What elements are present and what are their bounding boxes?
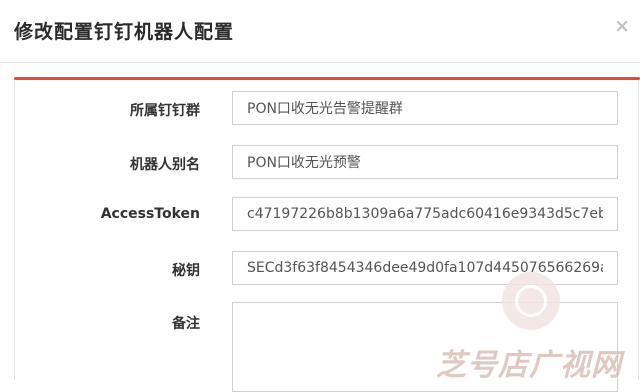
- access-token-label: AccessToken: [100, 206, 200, 222]
- secret-label: 秘钥: [172, 263, 200, 279]
- close-icon[interactable]: ×: [614, 16, 630, 36]
- watermark-logo-ring: [515, 285, 547, 317]
- alias-label: 机器人别名: [130, 157, 200, 173]
- dialog-title: 修改配置钉钉机器人配置: [14, 21, 235, 43]
- form-row-token: AccessToken: [0, 197, 640, 233]
- form-row-alias: 机器人别名: [0, 145, 640, 181]
- access-token-field[interactable]: [232, 197, 618, 231]
- watermark-text: 芝号店广视网: [436, 348, 622, 383]
- group-field[interactable]: [232, 91, 618, 125]
- remark-label: 备注: [172, 316, 200, 332]
- alias-field[interactable]: [232, 145, 618, 179]
- group-label: 所属钉钉群: [130, 103, 200, 119]
- dialog-header: 修改配置钉钉机器人配置 ×: [0, 0, 640, 63]
- watermark-logo: [502, 272, 560, 330]
- secret-field[interactable]: [232, 251, 618, 285]
- form-row-group: 所属钉钉群: [0, 91, 640, 127]
